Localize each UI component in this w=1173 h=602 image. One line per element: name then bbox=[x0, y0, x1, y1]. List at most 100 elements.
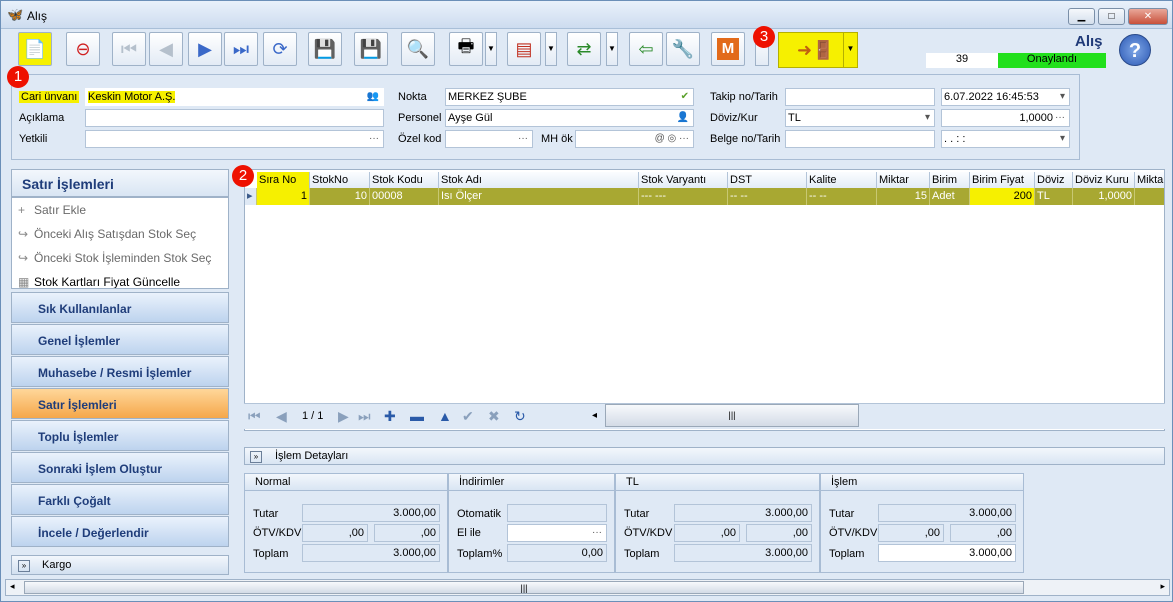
delete-button[interactable]: ⊖ bbox=[66, 32, 100, 66]
scroll-left-icon[interactable]: ◂ bbox=[10, 581, 15, 592]
nav-last-icon[interactable]: ⏭ bbox=[358, 408, 371, 425]
help-button[interactable]: ? bbox=[1119, 34, 1151, 66]
cell-fiyat[interactable]: 200 bbox=[970, 188, 1035, 205]
col-doviz[interactable]: Döviz bbox=[1035, 172, 1073, 188]
islem-toplam[interactable]: 3.000,00 bbox=[878, 544, 1016, 562]
ellipsis-icon[interactable]: ··· bbox=[592, 525, 602, 541]
cell-stokadi[interactable]: Isı Ölçer bbox=[439, 188, 639, 205]
doviz-select[interactable]: TL ▾ bbox=[785, 109, 935, 127]
tools-button[interactable]: 🔧 bbox=[666, 32, 700, 66]
takip-field[interactable] bbox=[785, 88, 935, 106]
kur-field[interactable]: 1,0000 ··· bbox=[941, 109, 1070, 127]
elle-field[interactable]: ··· bbox=[507, 524, 607, 542]
mh-field[interactable]: @ ◎ ··· bbox=[575, 130, 694, 148]
ozel-kod-field[interactable]: ··· bbox=[445, 130, 533, 148]
save-button[interactable]: 💾 bbox=[308, 32, 342, 66]
last-record-button[interactable]: ⏭ bbox=[224, 32, 258, 66]
add-row-item[interactable]: + Satır Ekle bbox=[12, 198, 228, 222]
ellipsis-icon[interactable]: ··· bbox=[1055, 110, 1065, 126]
refresh-button[interactable]: ⟳ bbox=[263, 32, 297, 66]
cell-doviz[interactable]: TL bbox=[1035, 188, 1073, 205]
col-sira[interactable]: Sıra No bbox=[257, 172, 310, 188]
save-close-button[interactable]: 💾 bbox=[354, 32, 388, 66]
nav-group-bulk[interactable]: Toplu İşlemler bbox=[11, 420, 229, 451]
cell-stokkodu[interactable]: 00008 bbox=[370, 188, 439, 205]
people-icon[interactable]: 👥 bbox=[367, 89, 379, 105]
col-birim[interactable]: Birim bbox=[930, 172, 970, 188]
cell-dst[interactable]: -- -- bbox=[728, 188, 807, 205]
ellipsis-icon[interactable]: ··· bbox=[369, 131, 379, 147]
nav-group-copy[interactable]: Farklı Çoğalt bbox=[11, 484, 229, 515]
belge-field[interactable] bbox=[785, 130, 935, 148]
grid-horizontal-scrollbar[interactable]: ||| bbox=[605, 404, 859, 427]
col-kur[interactable]: Döviz Kuru bbox=[1073, 172, 1135, 188]
dropdown-icon[interactable]: ▾ bbox=[1060, 131, 1065, 147]
table-row[interactable]: ▸ 1 10 00008 Isı Ölçer --- --- -- -- -- … bbox=[245, 188, 1164, 205]
details-header[interactable]: » İşlem Detayları bbox=[244, 447, 1165, 465]
nav-prev-icon[interactable]: ◀ bbox=[276, 408, 287, 425]
export-button[interactable]: ⇄ bbox=[567, 32, 601, 66]
cell-kur[interactable]: 1,0000 bbox=[1073, 188, 1135, 205]
scroll-right-icon[interactable]: ▸ bbox=[1160, 581, 1165, 592]
col-miktar2[interactable]: Miktar bbox=[1135, 172, 1164, 188]
nav-group-row-actions[interactable]: Satır İşlemleri bbox=[11, 388, 229, 419]
scroll-left-icon[interactable]: ◂ bbox=[592, 410, 597, 421]
close-button[interactable]: ✕ bbox=[1128, 8, 1168, 25]
nav-next-icon[interactable]: ▶ bbox=[338, 408, 349, 425]
personel-field[interactable]: Ayşe Gül 👤 bbox=[445, 109, 694, 127]
dropdown-icon[interactable]: ▾ bbox=[925, 110, 930, 126]
cari-field[interactable]: Keskin Motor A.Ş. 👥 bbox=[85, 88, 384, 106]
nav-group-general[interactable]: Genel İşlemler bbox=[11, 324, 229, 355]
nav-group-frequent[interactable]: Sık Kullanılanlar bbox=[11, 292, 229, 323]
print-dropdown[interactable]: ▼ bbox=[485, 32, 497, 66]
cell-varyant[interactable]: --- --- bbox=[639, 188, 728, 205]
minimize-button[interactable]: ▁ bbox=[1068, 8, 1095, 25]
cell-sira[interactable]: 1 bbox=[257, 188, 310, 205]
collapse-icon[interactable]: » bbox=[18, 560, 30, 572]
col-stokadi[interactable]: Stok Adı bbox=[439, 172, 639, 188]
yetkili-field[interactable]: ··· bbox=[85, 130, 384, 148]
belge-tarih-field[interactable]: . . : : ▾ bbox=[941, 130, 1070, 148]
nav-first-icon[interactable]: ⏮ bbox=[248, 408, 261, 425]
tarih-field[interactable]: 6.07.2022 16:45:53 ▾ bbox=[941, 88, 1070, 106]
previous-stock-item[interactable]: ↪ Önceki Stok İşleminden Stok Seç bbox=[12, 246, 228, 270]
nav-group-next-action[interactable]: Sonraki İşlem Oluştur bbox=[11, 452, 229, 483]
person-icon[interactable]: 👤 bbox=[677, 110, 689, 126]
check-icon[interactable]: ✔ bbox=[681, 89, 689, 105]
nokta-field[interactable]: MERKEZ ŞUBE ✔ bbox=[445, 88, 694, 106]
col-varyant[interactable]: Stok Varyantı bbox=[639, 172, 728, 188]
col-dst[interactable]: DST bbox=[728, 172, 807, 188]
nav-refresh-icon[interactable]: ↻ bbox=[514, 408, 526, 425]
cell-kalite[interactable]: -- -- bbox=[807, 188, 877, 205]
email-icon[interactable]: @ ◎ ··· bbox=[655, 131, 689, 147]
pdf-button[interactable]: ▤ bbox=[507, 32, 541, 66]
exit-dropdown[interactable]: ▼ bbox=[843, 33, 857, 67]
col-miktar[interactable]: Miktar bbox=[877, 172, 930, 188]
exit-button[interactable]: ➜🚪 ▼ bbox=[778, 32, 858, 68]
cell-stokno[interactable]: 10 bbox=[310, 188, 370, 205]
dropdown-icon[interactable]: ▾ bbox=[1060, 89, 1065, 105]
nav-cancel-icon[interactable]: ✖ bbox=[488, 408, 500, 425]
col-stokkodu[interactable]: Stok Kodu bbox=[370, 172, 439, 188]
next-record-button[interactable]: ▶ bbox=[188, 32, 222, 66]
preview-button[interactable]: 🔍 bbox=[401, 32, 435, 66]
cell-miktar[interactable]: 15 bbox=[877, 188, 930, 205]
col-stokno[interactable]: StokNo bbox=[310, 172, 370, 188]
first-record-button[interactable]: ⏮ bbox=[112, 32, 146, 66]
nav-remove-icon[interactable]: ▬ bbox=[410, 408, 424, 424]
import-button[interactable]: ⇦ bbox=[629, 32, 663, 66]
maximize-button[interactable]: □ bbox=[1098, 8, 1125, 25]
nav-group-accounting[interactable]: Muhasebe / Resmi İşlemler bbox=[11, 356, 229, 387]
aciklama-field[interactable] bbox=[85, 109, 384, 127]
nav-add-icon[interactable]: ✚ bbox=[384, 408, 396, 425]
kargo-panel[interactable]: » Kargo bbox=[11, 555, 229, 575]
cell-birim[interactable]: Adet bbox=[930, 188, 970, 205]
col-kalite[interactable]: Kalite bbox=[807, 172, 877, 188]
ellipsis-icon[interactable]: ··· bbox=[518, 131, 528, 147]
print-button[interactable]: 🖶 bbox=[449, 32, 483, 66]
col-fiyat[interactable]: Birim Fiyat bbox=[970, 172, 1035, 188]
export-dropdown[interactable]: ▼ bbox=[606, 32, 618, 66]
scroll-thumb[interactable]: ||| bbox=[24, 581, 1024, 594]
nav-confirm-icon[interactable]: ✔ bbox=[462, 408, 474, 425]
window-horizontal-scrollbar[interactable]: ◂ ||| ▸ bbox=[5, 579, 1170, 596]
